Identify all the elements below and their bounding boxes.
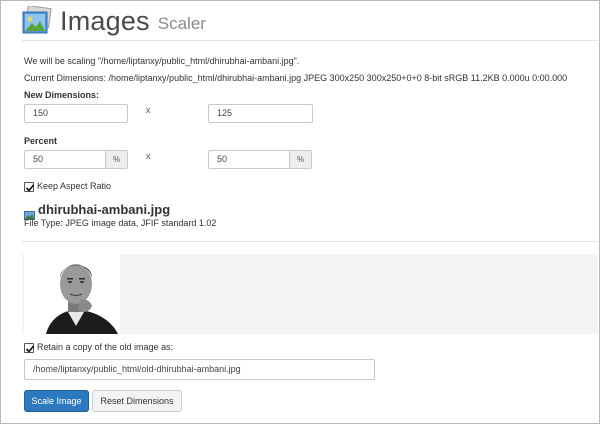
page-title: Images [60, 5, 150, 36]
percent-width-unit: % [106, 150, 128, 169]
image-file-icon [24, 207, 35, 220]
old-image-path-input[interactable]: /home/liptanxy/public_html/old-dhirubhai… [24, 359, 375, 380]
percent-height-input[interactable]: 50 [208, 150, 290, 169]
keep-aspect-ratio-label: Keep Aspect Ratio [37, 181, 112, 191]
page-header: Images Scaler [22, 4, 206, 38]
checkmark-icon [25, 345, 35, 353]
new-dimensions-label: New Dimensions: [24, 90, 100, 100]
scale-image-button[interactable]: Scale Image [24, 390, 89, 412]
images-app-icon [22, 6, 52, 36]
file-type-text: File Type: JPEG image data, JFIF standar… [24, 218, 217, 228]
header-divider [22, 40, 598, 41]
scaling-info-text: We will be scaling "/home/liptanxy/publi… [24, 56, 300, 66]
percent-separator: x [146, 151, 151, 161]
percent-height-unit: % [290, 150, 312, 169]
current-dimensions-text: Current Dimensions: /home/liptanxy/publi… [24, 73, 568, 83]
retain-copy-checkbox[interactable] [24, 343, 35, 353]
percent-width-input[interactable]: 50 [24, 150, 106, 169]
percent-label: Percent [24, 136, 58, 146]
new-width-input[interactable]: 150 [24, 104, 128, 123]
page-subtitle: Scaler [157, 14, 206, 33]
section-divider [22, 241, 598, 242]
file-name: dhirubhai-ambani.jpg [38, 202, 171, 217]
reset-dimensions-button[interactable]: Reset Dimensions [92, 390, 182, 412]
keep-aspect-ratio-checkbox[interactable] [24, 182, 35, 192]
image-preview-photo [24, 254, 120, 334]
retain-copy-label: Retain a copy of the old image as: [37, 342, 174, 352]
dimension-separator: x [146, 105, 151, 115]
new-height-input[interactable]: 125 [208, 104, 313, 123]
checkmark-icon [25, 184, 35, 192]
